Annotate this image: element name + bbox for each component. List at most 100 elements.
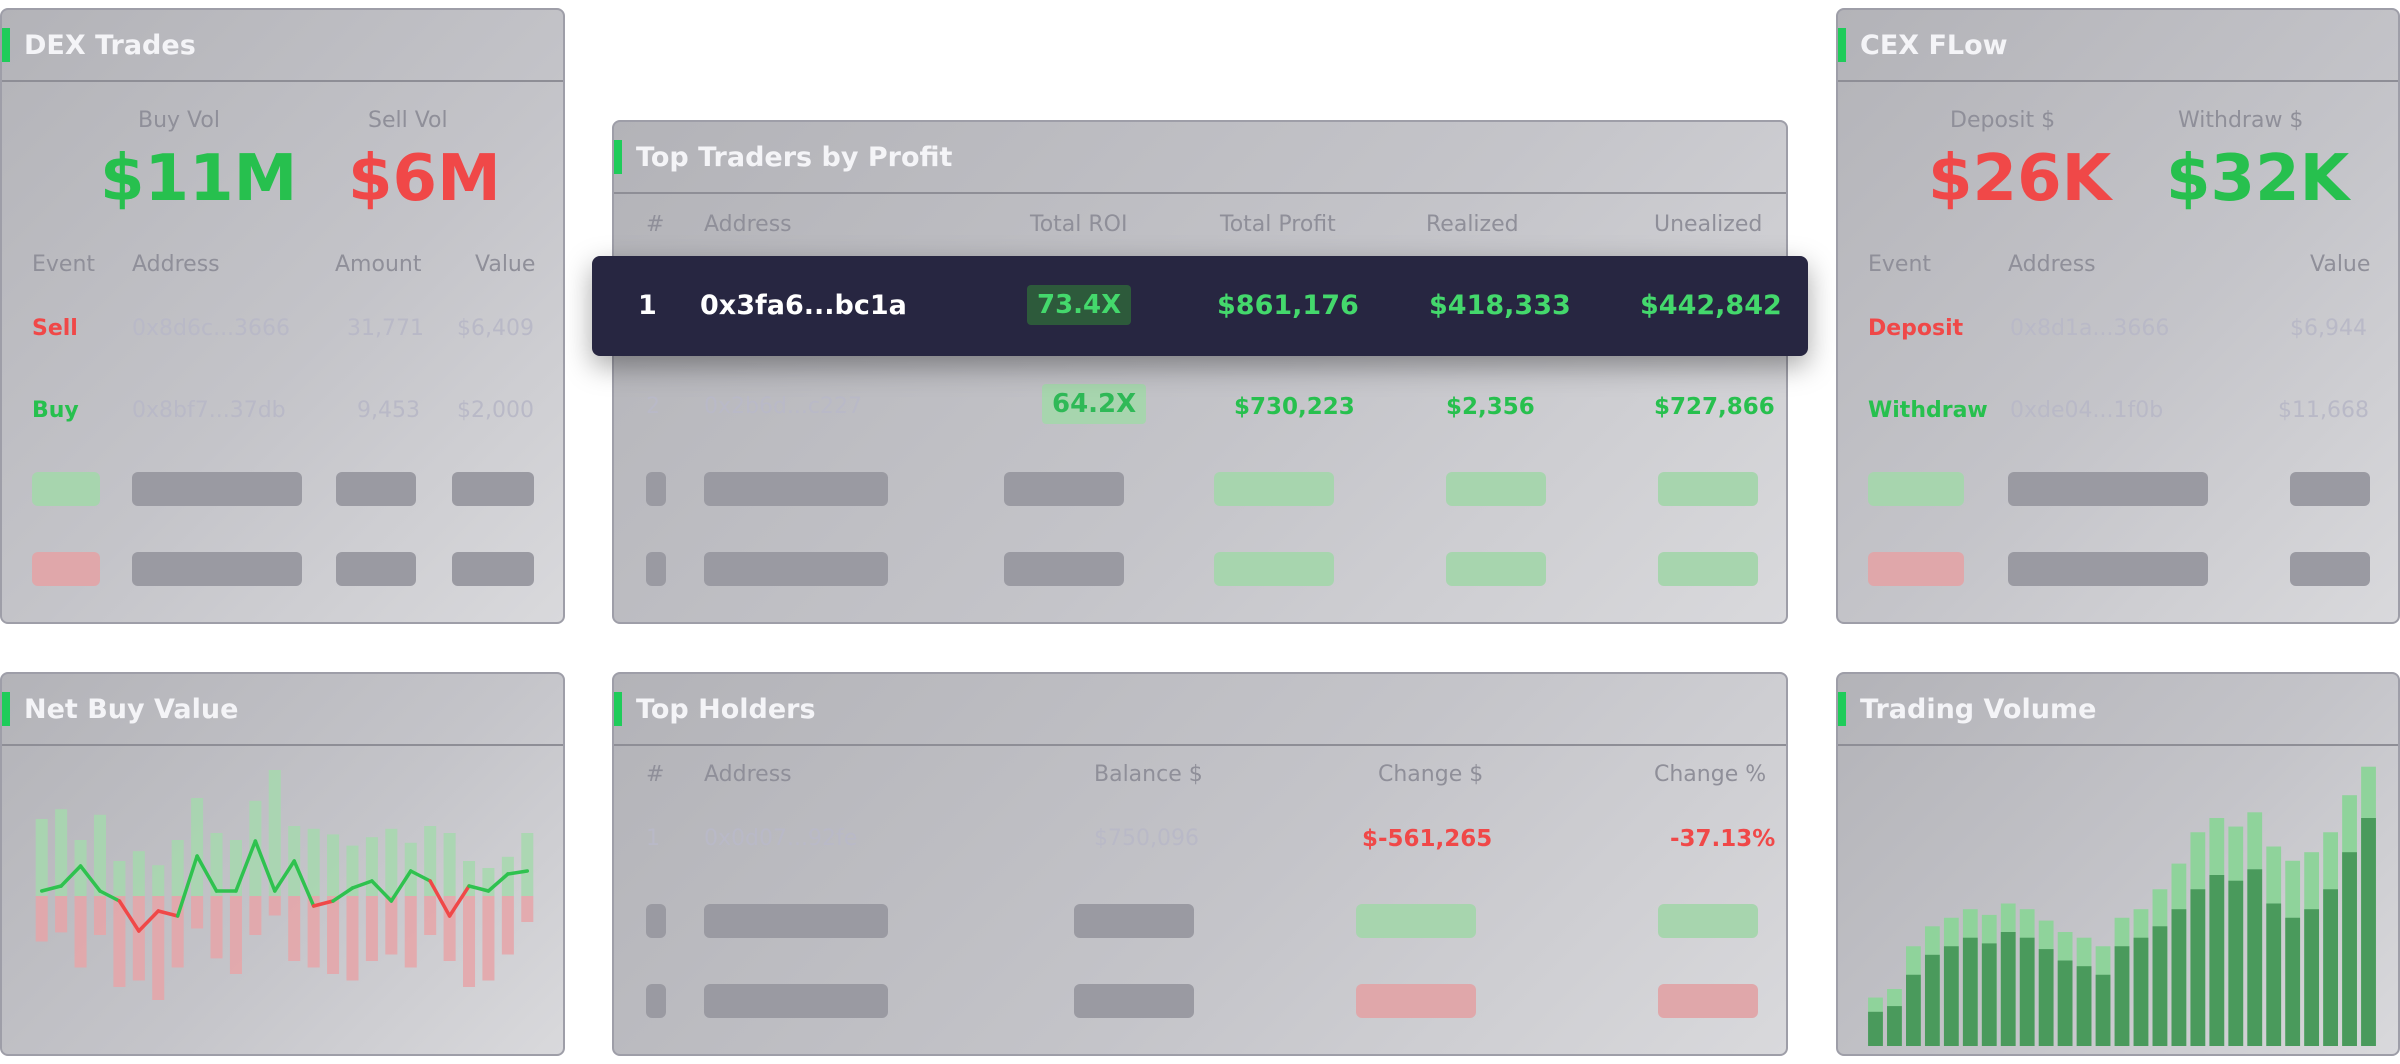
net-buy-down-bar [501, 896, 514, 955]
volume-bar-inner [2057, 960, 2073, 1046]
col-header-realized: Realized [1426, 212, 1519, 237]
top-holders-panel: Top Holders # Address Balance $ Change $… [612, 672, 1788, 1056]
holder-change: $-561,265 [1362, 826, 1493, 852]
placeholder-address [704, 984, 888, 1018]
volume-bar-inner [2114, 946, 2130, 1046]
placeholder-unrealized [1658, 472, 1758, 506]
net-buy-value-panel: Net Buy Value [0, 672, 565, 1056]
trading-volume-title: Trading Volume [1860, 693, 2097, 725]
net-buy-up-bar [113, 861, 126, 896]
placeholder-value [2290, 552, 2370, 586]
net-buy-down-bar [482, 896, 495, 981]
col-header-address: Address [2008, 252, 2096, 277]
placeholder-address [704, 472, 888, 506]
placeholder-roi [1004, 472, 1124, 506]
col-header-unrealized: Unealized [1654, 212, 1763, 237]
placeholder-event [32, 552, 100, 586]
dex-trades-panel: DEX Trades Buy Vol $11M Sell Vol $6M Eve… [0, 8, 565, 624]
panel-accent-bar [2, 28, 10, 62]
placeholder-rank [646, 984, 666, 1018]
placeholder-address [132, 552, 302, 586]
buy-vol-label: Buy Vol [138, 108, 220, 133]
placeholder-address [704, 904, 888, 938]
holder-address[interactable]: 0x0d07...92fe [704, 826, 857, 851]
volume-bar-inner [2171, 909, 2187, 1046]
trading-volume-chart [1868, 766, 2376, 1046]
placeholder-amount [336, 552, 416, 586]
net-buy-value-title: Net Buy Value [24, 693, 239, 725]
placeholder-profit [1214, 472, 1334, 506]
trading-volume-header: Trading Volume [1838, 674, 2398, 746]
col-header-value: Value [475, 252, 536, 277]
placeholder-event [32, 472, 100, 506]
cex-flow-title: CEX FLow [1860, 29, 2008, 61]
volume-bar-inner [2038, 949, 2054, 1046]
panel-accent-bar [614, 692, 622, 726]
placeholder-rank [646, 472, 666, 506]
volume-bar-inner [2304, 909, 2320, 1046]
net-buy-up-bar [191, 798, 204, 896]
net-buy-up-bar [35, 819, 48, 896]
col-header-balance: Balance $ [1094, 762, 1203, 787]
trader-rank: 1 [638, 290, 657, 321]
volume-bar-inner [1924, 954, 1940, 1046]
volume-bar-inner [2152, 926, 2168, 1046]
placeholder-change-pct [1658, 984, 1758, 1018]
flow-address[interactable]: 0x8d1a...3666 [2010, 316, 2169, 341]
volume-bar-inner [2323, 889, 2338, 1046]
col-header-roi: Total ROI [1030, 212, 1128, 237]
placeholder-value [452, 472, 534, 506]
net-buy-up-bar [521, 833, 534, 896]
flow-value: $11,668 [2278, 398, 2369, 423]
trading-volume-panel: Trading Volume [1836, 672, 2400, 1056]
trader-unrealized: $727,866 [1654, 394, 1775, 420]
placeholder-rank [646, 552, 666, 586]
volume-bar-inner [2285, 917, 2301, 1046]
net-buy-down-bar [55, 896, 68, 933]
holder-rank: 1 [646, 826, 660, 851]
net-buy-up-bar [327, 834, 340, 896]
volume-bar-inner [1887, 1006, 1902, 1046]
col-header-rank: # [646, 212, 665, 237]
net-buy-down-bar [521, 896, 534, 922]
trade-address[interactable]: 0x8d6c...3666 [132, 316, 290, 341]
volume-bar-inner [2228, 880, 2244, 1046]
cex-flow-header: CEX FLow [1838, 10, 2398, 82]
flow-address[interactable]: 0xde04...1f0b [2010, 398, 2163, 423]
panel-accent-bar [1838, 28, 1846, 62]
trade-address[interactable]: 0x8bf7...37db [132, 398, 286, 423]
volume-bar-inner [1962, 937, 1978, 1046]
top-trader-highlight-row[interactable]: 1 0x3fa6...bc1a 73.4X $861,176 $418,333 … [592, 256, 1808, 356]
net-buy-down-bar [93, 896, 107, 935]
volume-bar-inner [2342, 852, 2357, 1046]
net-buy-up-bar [385, 828, 398, 896]
net-buy-down-bar [346, 896, 359, 981]
net-buy-down-bar [229, 896, 242, 974]
volume-bar-inner [2076, 966, 2092, 1046]
trader-realized: $418,333 [1429, 290, 1571, 321]
volume-bar-inner [2190, 889, 2206, 1046]
net-buy-up-bar [171, 840, 184, 896]
trader-profit: $730,223 [1234, 394, 1355, 420]
trade-amount: 9,453 [357, 398, 420, 423]
trader-address[interactable]: 0x2b6d...c227 [704, 394, 862, 419]
net-buy-down-bar [404, 896, 417, 968]
net-buy-down-bar [74, 896, 87, 968]
volume-bar-inner [1943, 946, 1959, 1046]
trade-value: $6,409 [457, 316, 534, 341]
col-header-event: Event [32, 252, 96, 277]
net-buy-down-bar [385, 896, 398, 955]
net-buy-down-bar [132, 896, 145, 981]
col-header-amount: Amount [335, 252, 422, 277]
roi-badge: 64.2X [1042, 384, 1147, 424]
top-holders-header: Top Holders [614, 674, 1786, 746]
net-buy-down-bar [268, 896, 281, 916]
placeholder-address [132, 472, 302, 506]
volume-bar-inner [1906, 974, 1921, 1046]
panel-accent-bar [614, 140, 622, 174]
placeholder-unrealized [1658, 552, 1758, 586]
volume-bar-inner [1981, 943, 1997, 1046]
trade-event: Buy [32, 398, 79, 423]
placeholder-change-pct [1658, 904, 1758, 938]
trader-address[interactable]: 0x3fa6...bc1a [700, 290, 907, 321]
